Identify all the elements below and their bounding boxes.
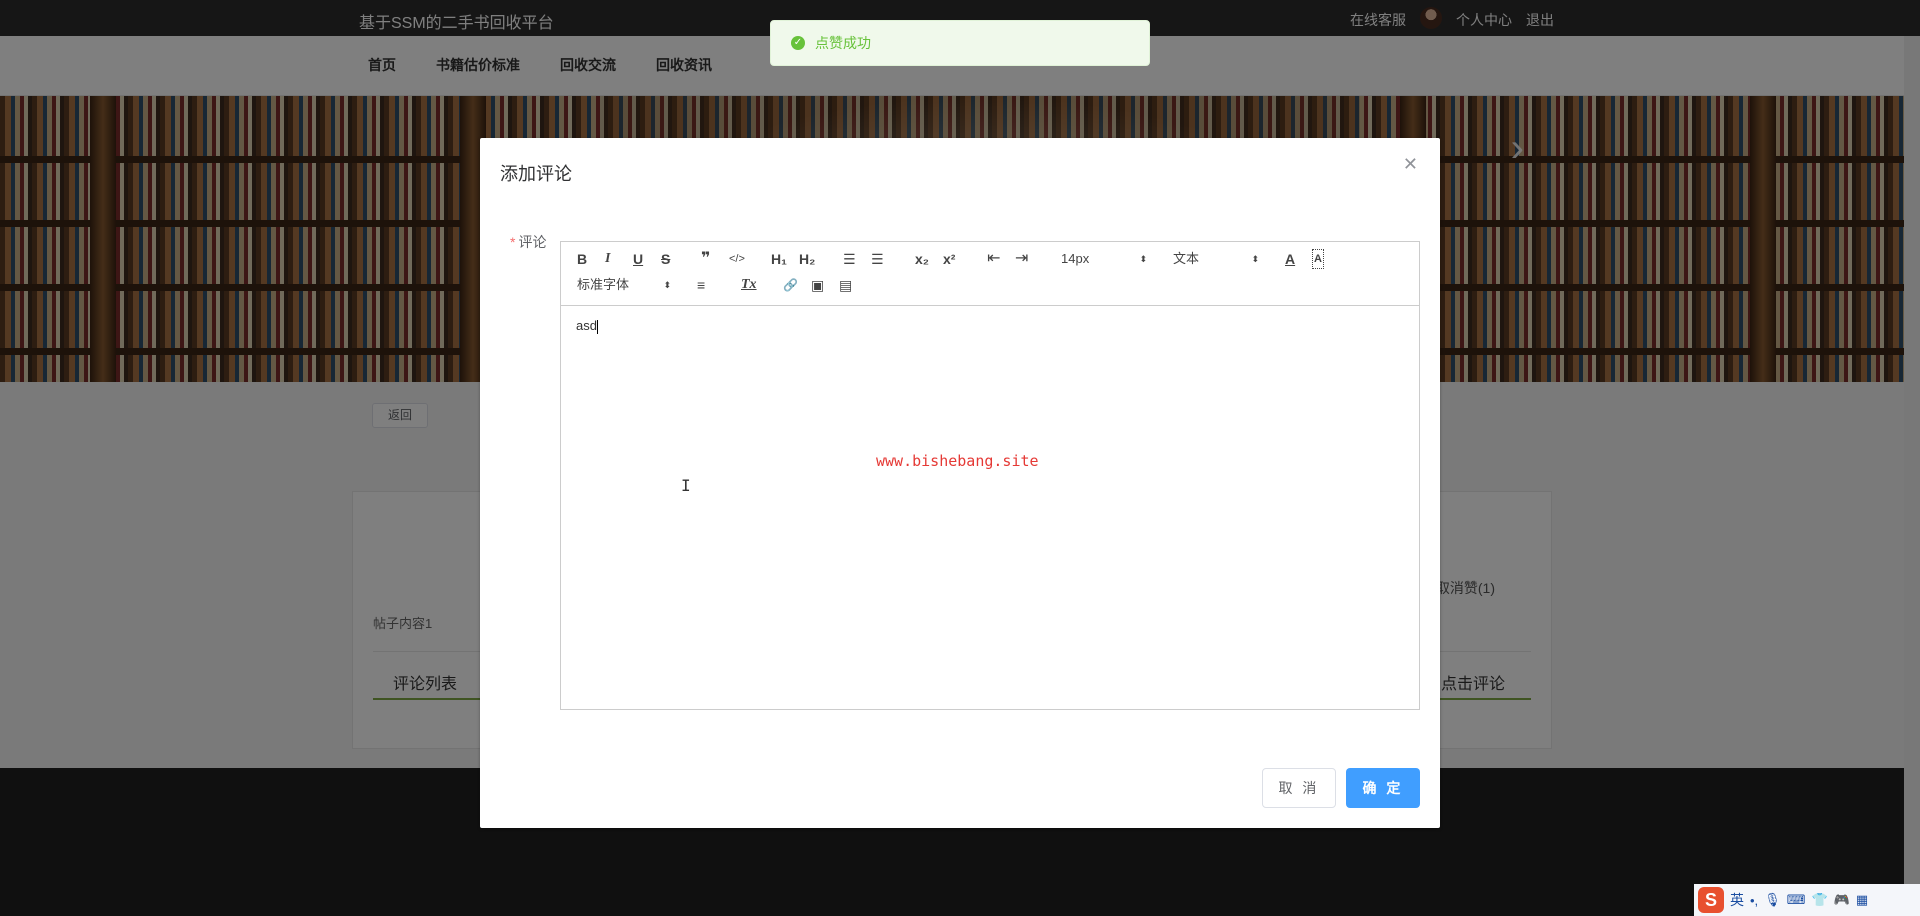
ime-toolbar: S 英 •, 🎙 ⌨ 👕 🎮 ▦ — [1694, 884, 1920, 916]
h1-icon[interactable]: H₁ — [771, 250, 787, 268]
game-icon[interactable]: 🎮 — [1834, 892, 1850, 908]
superscript-icon[interactable]: x² — [943, 250, 955, 268]
blockquote-icon[interactable]: ❞ — [701, 250, 710, 268]
toast-message: 点赞成功 — [815, 35, 871, 51]
editor-toolbar: B I U S ❞ </> H₁ H₂ ☰ ☰ x₂ x² ⇤ ⇥ 14px ⬍ … — [561, 242, 1419, 306]
code-icon[interactable]: </> — [729, 250, 745, 268]
clear-format-icon[interactable]: Tx — [741, 276, 757, 294]
punctuation-icon[interactable]: •, — [1750, 893, 1758, 908]
ime-mode-toggle[interactable]: 英 — [1730, 890, 1744, 910]
updown-caret-icon: ⬍ — [1139, 254, 1147, 264]
video-icon[interactable]: ▤ — [839, 276, 852, 294]
background-color-icon[interactable]: A — [1312, 249, 1324, 269]
close-icon[interactable]: ✕ — [1403, 154, 1418, 175]
font-family-select[interactable]: 标准字体 ⬍ — [577, 276, 671, 294]
bullet-list-icon[interactable]: ☰ — [871, 250, 884, 268]
confirm-button[interactable]: 确 定 — [1346, 768, 1420, 808]
font-color-icon[interactable]: A — [1285, 250, 1295, 268]
underline-icon[interactable]: U — [633, 250, 643, 268]
editor-content-area[interactable]: asd www.bishebang.site I — [561, 306, 1419, 709]
mic-icon[interactable]: 🎙 — [1764, 892, 1781, 908]
skin-icon[interactable]: 👕 — [1811, 892, 1827, 908]
sogou-logo-icon[interactable]: S — [1698, 887, 1724, 913]
align-left-icon[interactable]: ≡ — [697, 276, 705, 294]
watermark-text: www.bishebang.site — [876, 452, 1039, 470]
dialog-title: 添加评论 — [500, 164, 572, 184]
strikethrough-icon[interactable]: S — [661, 250, 670, 268]
ibeam-cursor-icon: I — [681, 476, 691, 495]
rich-text-editor: B I U S ❞ </> H₁ H₂ ☰ ☰ x₂ x² ⇤ ⇥ 14px ⬍ … — [560, 241, 1420, 710]
required-mark: * — [510, 234, 516, 250]
ordered-list-icon[interactable]: ☰ — [843, 250, 856, 268]
h2-icon[interactable]: H₂ — [799, 250, 815, 268]
link-icon[interactable]: 🔗 — [783, 276, 798, 294]
text-caret — [596, 319, 598, 334]
add-comment-dialog: 添加评论 ✕ * 评论 B I U S ❞ </> H₁ H₂ ☰ ☰ x₂ x²… — [480, 138, 1440, 828]
toolbox-icon[interactable]: ▦ — [1856, 892, 1868, 908]
bold-icon[interactable]: B — [577, 250, 587, 268]
image-icon[interactable]: ▣ — [811, 276, 824, 294]
outdent-icon[interactable]: ⇤ — [987, 250, 1000, 268]
italic-icon[interactable]: I — [605, 250, 610, 268]
check-icon: ✓ — [791, 36, 805, 50]
updown-caret-icon: ⬍ — [1251, 254, 1259, 264]
editor-text: asd — [576, 318, 597, 333]
header-select[interactable]: 文本 ⬍ — [1173, 250, 1259, 268]
comment-field-label: * 评论 — [510, 234, 547, 250]
font-size-select[interactable]: 14px ⬍ — [1061, 250, 1147, 268]
cancel-button[interactable]: 取 消 — [1262, 768, 1336, 808]
subscript-icon[interactable]: x₂ — [915, 250, 929, 268]
success-toast: ✓ 点赞成功 — [770, 20, 1150, 66]
indent-icon[interactable]: ⇥ — [1015, 250, 1028, 268]
keyboard-icon[interactable]: ⌨ — [1787, 892, 1806, 908]
updown-caret-icon: ⬍ — [663, 280, 671, 290]
